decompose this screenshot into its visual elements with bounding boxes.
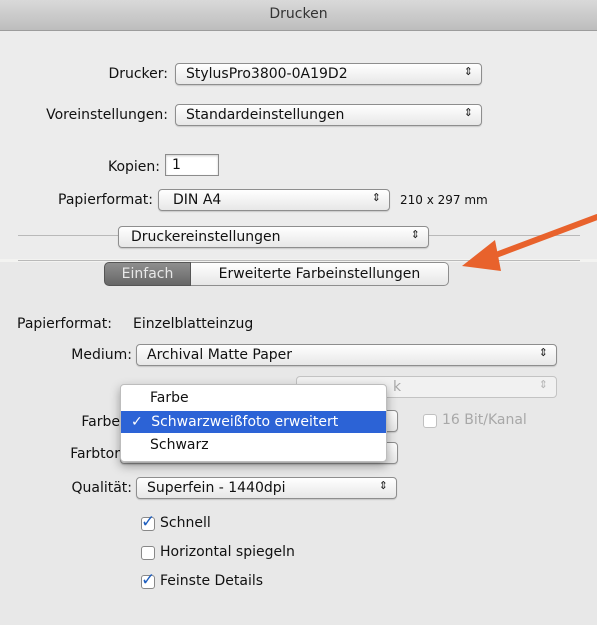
fast-label: Schnell [160,515,211,531]
orange-arrow [462,214,597,271]
quality-label: Qualität: [71,480,132,496]
ink-value: k [393,379,402,395]
color-mode-menu: Farbe ✓ Schwarzweißfoto erweitert Schwar… [120,384,387,462]
mirror-label: Horizontal spiegeln [160,544,295,560]
medium-select[interactable]: Archival Matte Paper ⇕ [136,344,557,366]
checkmark-icon: ✓ [141,570,156,590]
tone-label: Farbtor [70,446,120,462]
updown-arrows-icon: ⇕ [378,479,388,492]
menu-item[interactable]: Farbe [121,387,386,409]
arrow-shaft [485,214,597,261]
finest-checkbox[interactable]: ✓ [141,570,155,590]
medium-value: Archival Matte Paper [147,347,293,363]
checkmark-icon: ✓ [131,414,143,430]
bit16-label: 16 Bit/Kanal [442,412,527,428]
quality-value: Superfein - 1440dpi [147,480,286,496]
fast-checkbox[interactable]: ✓ [141,512,155,532]
quality-select[interactable]: Superfein - 1440dpi ⇕ [136,477,397,499]
mirror-checkbox[interactable] [141,546,155,560]
paper-source-label: Papierformat: [17,316,112,332]
medium-label: Medium: [71,347,132,363]
updown-arrows-icon: ⇕ [538,378,548,391]
finest-label: Feinste Details [160,573,264,589]
paper-source-value: Einzelblatteinzug [133,316,254,332]
menu-item-label: Schwarzweißfoto erweitert [151,414,339,430]
menu-item-selected[interactable]: ✓ Schwarzweißfoto erweitert [121,411,386,433]
arrow-head [462,240,501,271]
menu-item[interactable]: Schwarz [121,434,386,456]
bit16-checkbox [423,414,437,428]
checkmark-icon: ✓ [141,512,156,532]
color-label: Farbe [81,414,120,430]
updown-arrows-icon: ⇕ [538,346,548,359]
